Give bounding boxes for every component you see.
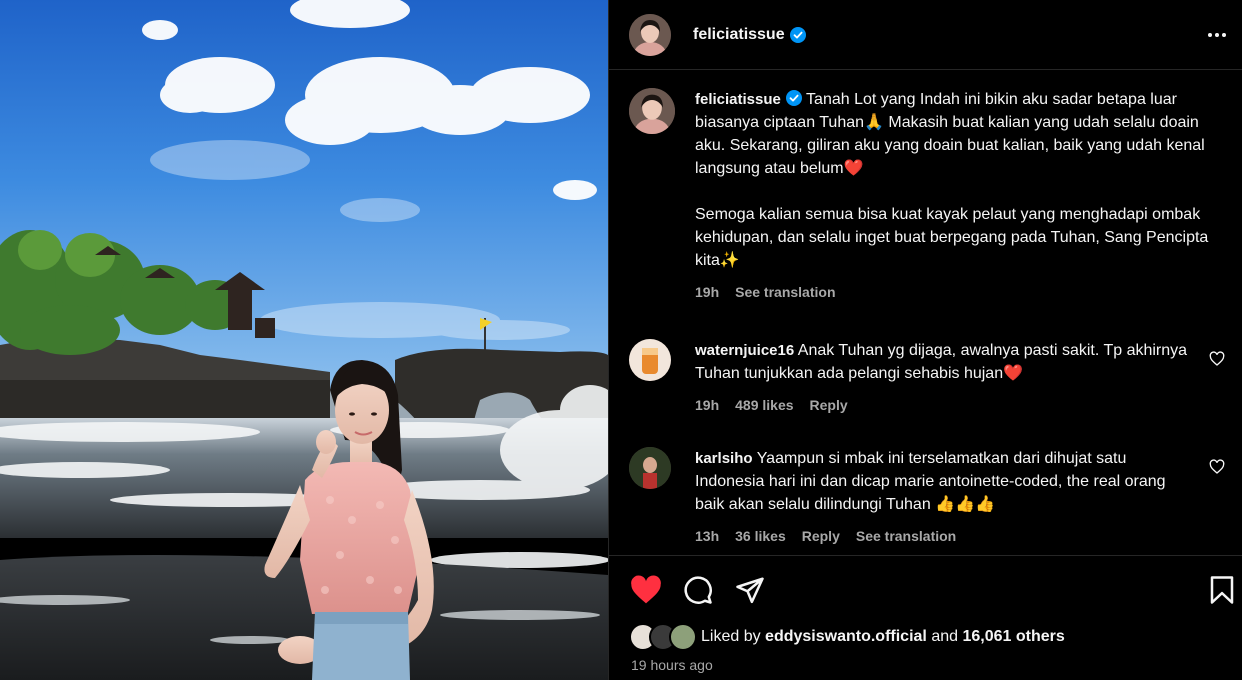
action-bar xyxy=(609,570,1242,610)
save-button[interactable] xyxy=(1205,573,1239,607)
comment: waternjuice16 Anak Tuhan yg dijaga, awal… xyxy=(629,339,1229,417)
liked-by-label: Liked by eddysiswanto.official and 16,06… xyxy=(701,628,1065,645)
post-timestamp: 19 hours ago xyxy=(631,657,713,673)
liker-avatars xyxy=(629,623,697,651)
commenter-username[interactable]: waternjuice16 xyxy=(695,342,794,359)
avatar-image xyxy=(629,447,671,489)
comment-likes[interactable]: 489 likes xyxy=(735,394,793,417)
commenter-avatar[interactable] xyxy=(629,447,671,489)
bookmark-icon xyxy=(1210,576,1234,604)
more-options-icon[interactable] xyxy=(1203,21,1231,49)
avatar-image xyxy=(629,13,671,56)
tanah-lot-photo xyxy=(0,0,608,680)
liker-avatar xyxy=(669,623,697,651)
post-photo[interactable] xyxy=(0,0,608,680)
caption-text-1: feliciatissue Tanah Lot yang Indah ini b… xyxy=(695,88,1229,180)
likes-count[interactable]: 16,061 others xyxy=(962,628,1064,645)
author-avatar[interactable] xyxy=(629,13,671,56)
caption-meta: 19h See translation xyxy=(695,281,1229,304)
comment-time: 19h xyxy=(695,397,720,413)
reply-button[interactable]: Reply xyxy=(810,394,848,417)
comment-icon xyxy=(684,576,712,604)
caption-username[interactable]: feliciatissue xyxy=(695,91,781,108)
liked-by-user[interactable]: eddysiswanto.official xyxy=(765,628,927,645)
caption-paragraph-2: Semoga kalian semua bisa kuat kayak pela… xyxy=(695,206,1209,269)
comment-button[interactable] xyxy=(681,573,715,607)
share-button[interactable] xyxy=(733,573,767,607)
post-header: feliciatissue xyxy=(609,0,1242,70)
comment-text: Yaampun si mbak ini terselamatkan dari d… xyxy=(695,450,1166,513)
heart-filled-icon xyxy=(631,575,661,604)
author-username[interactable]: feliciatissue xyxy=(693,26,785,44)
verified-badge-icon xyxy=(789,26,806,43)
reply-button[interactable]: Reply xyxy=(802,525,840,548)
comment-meta: 13h 36 likes Reply See translation xyxy=(695,525,1199,548)
commenter-username[interactable]: karlsiho xyxy=(695,450,753,467)
divider xyxy=(609,555,1242,556)
caption-author-avatar[interactable] xyxy=(629,88,675,134)
share-icon xyxy=(736,577,764,604)
comment-like-heart-icon[interactable] xyxy=(1209,351,1225,367)
like-button[interactable] xyxy=(629,573,663,607)
comment-time: 13h xyxy=(695,528,720,544)
commenter-avatar[interactable] xyxy=(629,339,671,381)
avatar-image xyxy=(629,88,675,134)
verified-badge-icon xyxy=(785,90,802,106)
see-translation-link[interactable]: See translation xyxy=(735,281,835,304)
caption-time: 19h xyxy=(695,284,720,300)
comment: karlsiho Yaampun si mbak ini terselamatk… xyxy=(629,447,1229,548)
see-translation-link[interactable]: See translation xyxy=(856,525,956,548)
comment-likes[interactable]: 36 likes xyxy=(735,525,786,548)
caption: feliciatissue Tanah Lot yang Indah ini b… xyxy=(629,88,1229,304)
comment-meta: 19h 489 likes Reply xyxy=(695,394,1199,417)
likes-summary: Liked by eddysiswanto.official and 16,06… xyxy=(629,623,1065,651)
avatar-image xyxy=(629,339,671,381)
comment-like-heart-icon[interactable] xyxy=(1209,459,1225,475)
post-detail-panel: feliciatissue feliciatissue Tanah Lot ya… xyxy=(608,0,1242,680)
